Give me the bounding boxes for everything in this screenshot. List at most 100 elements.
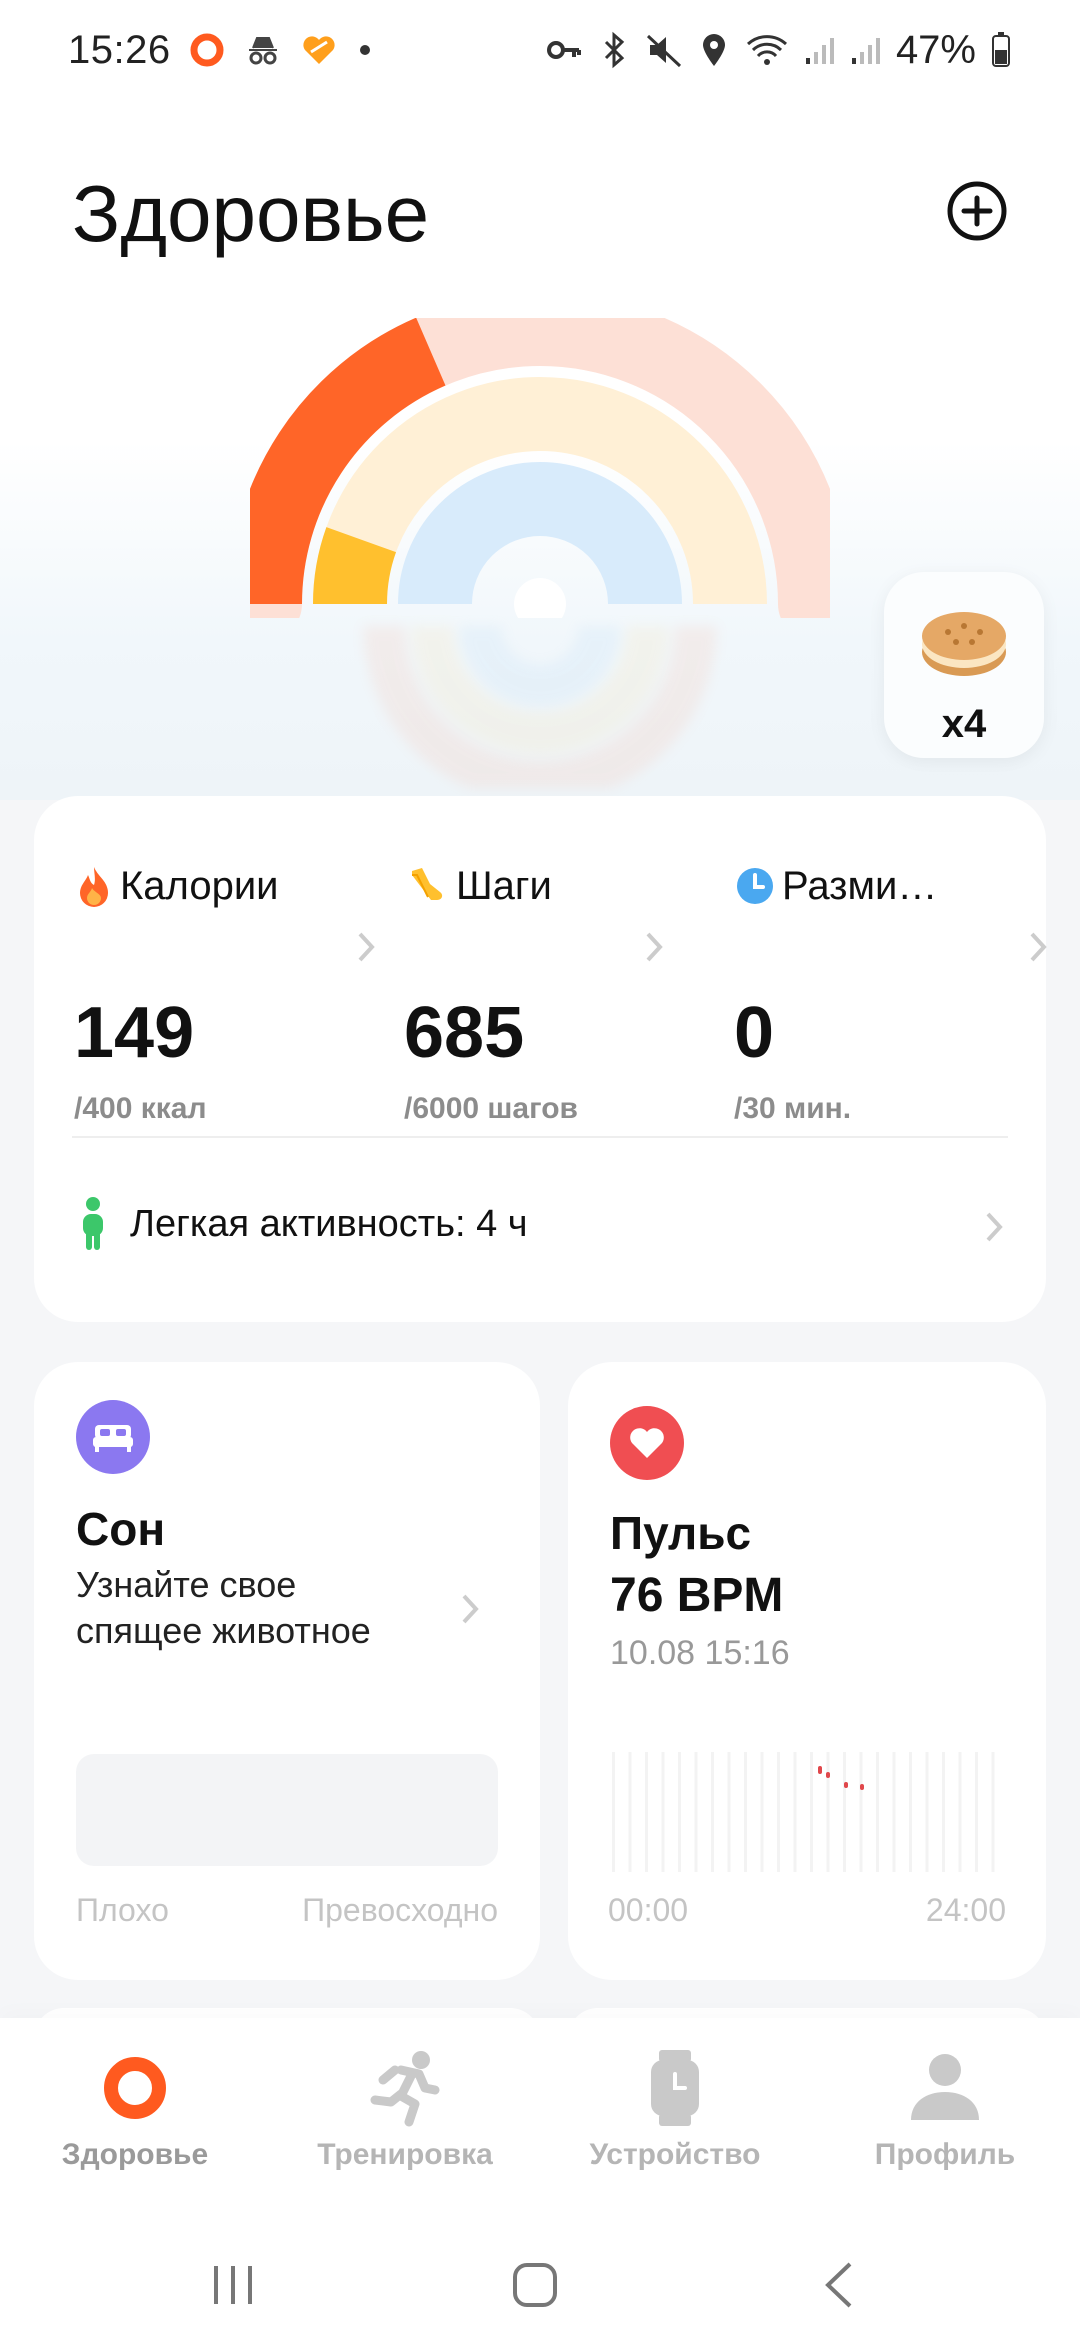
tab-profile-label: Профиль	[874, 2138, 1016, 2171]
steps-stat[interactable]: Шаги 685 /6000 шагов	[404, 856, 724, 1125]
light-activity-row[interactable]: Легкая активность: 4 ч	[78, 1196, 528, 1252]
pulse-hour-bar	[859, 1752, 863, 1872]
reward-card[interactable]: x4	[884, 572, 1044, 758]
recent-apps-button[interactable]	[208, 2260, 258, 2310]
pulse-hour-bar	[909, 1752, 912, 1872]
battery-percent: 47%	[895, 27, 976, 72]
location-icon	[702, 34, 725, 66]
heart-icon	[610, 1406, 684, 1480]
light-activity-chevron-icon	[986, 1212, 1003, 1242]
activity-rings[interactable]	[250, 318, 830, 618]
calories-label: Калории	[120, 863, 279, 908]
warmup-label: Разми…	[782, 863, 938, 908]
pulse-hour-bar	[711, 1752, 714, 1872]
person-icon	[911, 2054, 979, 2120]
pulse-hour-bar	[661, 1752, 665, 1872]
shoe-icon	[412, 868, 443, 900]
tab-workout[interactable]: Тренировка	[285, 2048, 525, 2172]
running-icon	[370, 2051, 440, 2127]
calories-stat[interactable]: Калории 149 /400 ккал	[74, 856, 394, 1125]
pulse-hour-bar	[628, 1752, 632, 1872]
pulse-hour-bar	[925, 1752, 929, 1872]
tab-device[interactable]: Устройство	[555, 2048, 795, 2172]
pulse-axis-left: 00:00	[608, 1892, 689, 1928]
sleep-subtitle-line2: спящее животное	[76, 1610, 371, 1651]
home-button[interactable]	[510, 2260, 560, 2310]
incognito-icon	[248, 37, 277, 65]
pulse-sample-mark	[844, 1782, 848, 1788]
pulse-axis-right: 24:00	[925, 1892, 1006, 1928]
pulse-hour-bar	[678, 1752, 681, 1872]
flame-icon	[80, 867, 108, 907]
pulse-card[interactable]: Пульс 76 BPM 10.08 15:16 00:00 24:00	[568, 1362, 1046, 1980]
back-button[interactable]	[820, 2260, 860, 2310]
pulse-hour-bar	[760, 1752, 764, 1872]
pulse-hour-bar	[793, 1752, 797, 1872]
pulse-mini-chart	[612, 1752, 995, 1872]
pulse-hour-bar	[942, 1752, 945, 1872]
system-nav-bar	[0, 2230, 1080, 2340]
status-time: 15:26	[68, 27, 171, 72]
pulse-title: Пульс	[610, 1507, 752, 1559]
pulse-hour-bar	[843, 1752, 846, 1872]
bluetooth-icon	[604, 31, 625, 69]
page-title: Здоровье	[72, 169, 430, 258]
pulse-hour-bar	[958, 1752, 962, 1872]
sleep-subtitle-line1: Узнайте свое	[76, 1564, 297, 1605]
steps-ring-progress	[312, 527, 397, 605]
rings-reflection	[363, 624, 717, 788]
warmup-stat[interactable]: Разми… 0 /30 мин.	[734, 856, 1054, 1125]
clock-icon	[737, 868, 773, 904]
sleep-card[interactable]: Сон Узнайте свое спящее животное Плохо П…	[34, 1362, 540, 1980]
bottom-tab-bar: Здоровье Тренировка Устройство Профиль	[0, 2018, 1080, 2230]
light-activity-label: Легкая активность: 4 ч	[130, 1202, 528, 1245]
steps-value: 685	[404, 993, 525, 1073]
person-standing-icon	[83, 1197, 103, 1250]
stats-divider	[72, 1136, 1008, 1138]
sleep-title: Сон	[76, 1503, 166, 1555]
warmup-value: 0	[734, 993, 775, 1073]
tab-workout-label: Тренировка	[317, 2138, 493, 2171]
signal-icon-2	[851, 38, 880, 64]
heart-app-icon	[303, 36, 335, 64]
bed-icon	[76, 1400, 150, 1474]
daily-stats-card: Калории 149 /400 ккал Шаги 685 /6000 шаг…	[34, 796, 1047, 1322]
tab-health-label: Здоровье	[61, 2138, 209, 2171]
pulse-hour-bar	[612, 1752, 615, 1872]
tab-device-label: Устройство	[589, 2138, 761, 2171]
pulse-hour-bar	[744, 1752, 747, 1872]
rings-center-dot	[514, 578, 566, 618]
pulse-sample-mark	[818, 1766, 822, 1774]
signal-icon-1	[805, 38, 834, 64]
key-icon	[546, 41, 581, 59]
sleep-quality-bar	[76, 1754, 498, 1866]
steps-goal: /6000 шагов	[404, 1092, 578, 1125]
pulse-value: 76 BPM	[610, 1569, 784, 1622]
tab-profile[interactable]: Профиль	[825, 2048, 1065, 2172]
sleep-chevron-icon	[462, 1594, 479, 1624]
pulse-hour-bar	[810, 1752, 813, 1872]
calories-value: 149	[74, 993, 195, 1073]
steps-chevron-icon	[646, 932, 663, 962]
tab-health[interactable]: Здоровье	[15, 2048, 255, 2172]
reward-count: x4	[941, 702, 987, 746]
pulse-hour-bar	[876, 1752, 879, 1872]
sleep-axis-right: Превосходно	[302, 1892, 498, 1928]
wifi-icon	[746, 35, 787, 65]
status-bar: 15:26 47%	[0, 0, 1080, 100]
sleep-axis-left: Плохо	[76, 1892, 169, 1928]
pulse-hour-bar	[777, 1752, 780, 1872]
calories-goal: /400 ккал	[74, 1092, 207, 1125]
add-button[interactable]	[946, 180, 1008, 242]
pulse-hour-bar	[826, 1752, 830, 1872]
pulse-hour-bar	[694, 1752, 698, 1872]
cookie-icon	[922, 612, 1006, 676]
steps-label: Шаги	[456, 863, 552, 908]
warmup-goal: /30 мин.	[734, 1092, 852, 1125]
watch-icon	[651, 2050, 699, 2126]
ring-notification-icon	[190, 33, 224, 67]
pulse-sample-mark	[860, 1784, 864, 1790]
pulse-timestamp: 10.08 15:16	[610, 1634, 790, 1672]
pulse-hour-bar	[645, 1752, 648, 1872]
mute-icon	[646, 34, 681, 68]
